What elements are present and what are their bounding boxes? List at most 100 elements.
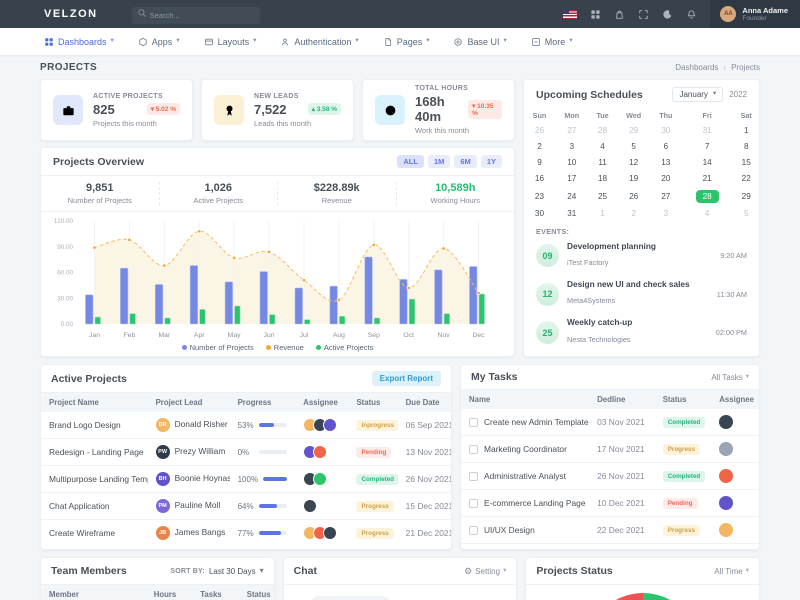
column-header[interactable]: Project Name bbox=[41, 393, 148, 412]
calendar-date[interactable]: 2 bbox=[524, 139, 555, 155]
column-header[interactable]: Member bbox=[41, 585, 146, 600]
nav-item-base-ui[interactable]: Base UI▾ bbox=[453, 37, 506, 47]
cart-icon[interactable] bbox=[614, 9, 625, 20]
period-button-1m[interactable]: 1M bbox=[428, 155, 450, 168]
calendar-date[interactable]: 22 bbox=[733, 170, 759, 186]
task-checkbox[interactable] bbox=[469, 499, 478, 508]
legend-item[interactable]: Number of Projects bbox=[182, 343, 254, 352]
calendar-date[interactable]: 27 bbox=[555, 123, 589, 139]
calendar-date[interactable]: 20 bbox=[651, 170, 681, 186]
breadcrumb-dashboards[interactable]: Dashboards bbox=[675, 63, 718, 72]
calendar-date[interactable]: 6 bbox=[651, 139, 681, 155]
calendar-date[interactable]: 30 bbox=[651, 123, 681, 139]
calendar-date[interactable]: 14 bbox=[681, 155, 734, 171]
legend-item[interactable]: Revenue bbox=[266, 343, 304, 352]
calendar-date[interactable]: 28 bbox=[681, 186, 734, 206]
event-item[interactable]: 27James Bangs (Client) MeetingNesta Tech… bbox=[524, 352, 759, 357]
event-item[interactable]: 25Weekly catch-upNesta Technologies02:00… bbox=[524, 313, 759, 351]
column-header[interactable]: Assignee bbox=[295, 393, 348, 412]
calendar-date[interactable]: 3 bbox=[651, 206, 681, 222]
calendar-date[interactable]: 30 bbox=[524, 206, 555, 222]
calendar-date[interactable]: 9 bbox=[524, 155, 555, 171]
calendar-date[interactable]: 27 bbox=[651, 186, 681, 206]
apps-grid-icon[interactable] bbox=[590, 9, 601, 20]
column-header[interactable]: Status bbox=[655, 390, 712, 409]
calendar-date[interactable]: 4 bbox=[681, 206, 734, 222]
search-input[interactable] bbox=[132, 7, 260, 24]
nav-item-authentication[interactable]: Authentication▾ bbox=[280, 37, 358, 47]
task-checkbox[interactable] bbox=[469, 472, 478, 481]
fullscreen-icon[interactable] bbox=[638, 9, 649, 20]
calendar-date[interactable]: 21 bbox=[681, 170, 734, 186]
event-item[interactable]: 12Design new UI and check salesMeta4Syst… bbox=[524, 275, 759, 313]
calendar-date[interactable]: 25 bbox=[589, 186, 617, 206]
project-name[interactable]: Chat Application bbox=[41, 493, 148, 520]
export-report-button[interactable]: Export Report bbox=[372, 371, 441, 386]
calendar-date[interactable]: 2 bbox=[617, 206, 651, 222]
month-select[interactable]: January▾ bbox=[672, 87, 723, 102]
calendar-date[interactable]: 1 bbox=[733, 123, 759, 139]
user-menu[interactable]: AA Anna Adame Founder bbox=[710, 0, 800, 28]
calendar-date[interactable]: 5 bbox=[617, 139, 651, 155]
calendar-date[interactable]: 12 bbox=[617, 155, 651, 171]
project-name[interactable]: Brand Logo Design bbox=[41, 412, 148, 439]
legend-item[interactable]: Active Projects bbox=[316, 343, 374, 352]
nav-item-dashboards[interactable]: Dashboards▾ bbox=[44, 37, 114, 47]
calendar-date[interactable]: 3 bbox=[555, 139, 589, 155]
calendar-date[interactable]: 23 bbox=[524, 186, 555, 206]
nav-item-more[interactable]: More▾ bbox=[531, 37, 573, 47]
calendar-date[interactable]: 31 bbox=[681, 123, 734, 139]
task-checkbox[interactable] bbox=[469, 445, 478, 454]
calendar-date[interactable]: 5 bbox=[733, 206, 759, 222]
calendar-date[interactable]: 29 bbox=[617, 123, 651, 139]
column-header[interactable]: Status bbox=[239, 585, 274, 600]
calendar-date[interactable]: 8 bbox=[733, 139, 759, 155]
calendar-date[interactable]: 16 bbox=[524, 170, 555, 186]
project-name[interactable]: Redesign - Landing Page bbox=[41, 439, 148, 466]
calendar-date[interactable]: 7 bbox=[681, 139, 734, 155]
column-header[interactable]: Name bbox=[461, 390, 589, 409]
column-header[interactable]: Project Lead bbox=[148, 393, 230, 412]
project-name[interactable]: Multipurpose Landing Template bbox=[41, 466, 148, 493]
column-header[interactable]: Dedline bbox=[589, 390, 655, 409]
tasks-filter[interactable]: All Tasks▾ bbox=[711, 373, 749, 382]
column-header[interactable]: Hours bbox=[146, 585, 193, 600]
nav-item-layouts[interactable]: Layouts▾ bbox=[204, 37, 257, 47]
column-header[interactable]: Tasks bbox=[192, 585, 239, 600]
period-button-6m[interactable]: 6M bbox=[454, 155, 476, 168]
period-button-1y[interactable]: 1Y bbox=[481, 155, 502, 168]
sort-by-filter[interactable]: SORT BY: Last 30 Days ▾ bbox=[170, 567, 263, 576]
notifications-bell-icon[interactable] bbox=[686, 9, 697, 20]
calendar-date[interactable]: 29 bbox=[733, 186, 759, 206]
nav-item-apps[interactable]: Apps▾ bbox=[138, 37, 180, 47]
language-flag-icon[interactable] bbox=[563, 10, 577, 19]
column-header[interactable]: Assignee bbox=[711, 390, 759, 409]
dark-mode-moon-icon[interactable] bbox=[662, 9, 673, 20]
calendar-date[interactable]: 15 bbox=[733, 155, 759, 171]
calendar-date[interactable]: 13 bbox=[651, 155, 681, 171]
calendar-date[interactable]: 19 bbox=[617, 170, 651, 186]
event-item[interactable]: 09Development planningiTest Factory9:20 … bbox=[524, 237, 759, 275]
calendar-date[interactable]: 28 bbox=[589, 123, 617, 139]
calendar-date[interactable]: 1 bbox=[589, 206, 617, 222]
nav-item-pages[interactable]: Pages▾ bbox=[383, 37, 430, 47]
calendar-date[interactable]: 31 bbox=[555, 206, 589, 222]
chat-setting[interactable]: ⚙ Setting ▾ bbox=[464, 567, 506, 576]
calendar-date[interactable]: 26 bbox=[617, 186, 651, 206]
projects-status-filter[interactable]: All Time▾ bbox=[714, 567, 749, 576]
calendar-date[interactable]: 24 bbox=[555, 186, 589, 206]
calendar-date[interactable]: 10 bbox=[555, 155, 589, 171]
task-checkbox[interactable] bbox=[469, 526, 478, 535]
period-button-all[interactable]: ALL bbox=[397, 155, 424, 168]
column-header[interactable]: Due Date bbox=[398, 393, 451, 412]
calendar-date[interactable]: 18 bbox=[589, 170, 617, 186]
calendar-date[interactable]: 11 bbox=[589, 155, 617, 171]
task-checkbox[interactable] bbox=[469, 418, 478, 427]
column-header[interactable]: Progress bbox=[230, 393, 296, 412]
calendar-date[interactable]: 17 bbox=[555, 170, 589, 186]
calendar-date[interactable]: 26 bbox=[524, 123, 555, 139]
column-header[interactable]: Status bbox=[348, 393, 397, 412]
project-name[interactable]: Create Wireframe bbox=[41, 520, 148, 547]
calendar-date[interactable]: 4 bbox=[589, 139, 617, 155]
app-logo[interactable]: VELZON bbox=[44, 8, 98, 20]
